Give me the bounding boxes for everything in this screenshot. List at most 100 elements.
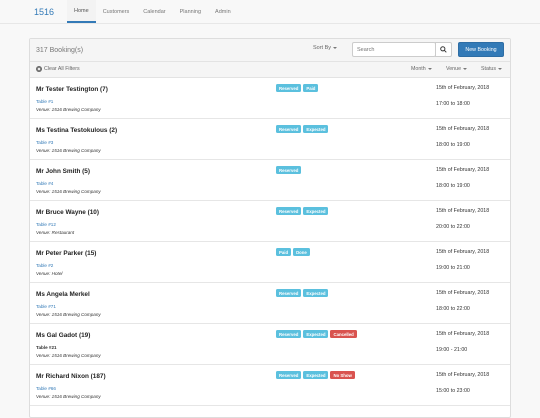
booking-status-badges: Reserved Paid	[276, 84, 319, 92]
caret-down-icon	[333, 46, 338, 49]
bookings-toolbar: 317 Booking(s) Sort By New Booking	[30, 39, 510, 62]
booking-customer-name[interactable]: Mr Bruce Wayne (10)	[36, 209, 99, 216]
nav-item-home[interactable]: Home	[67, 0, 96, 23]
booking-time: 18:00 to 19:00	[436, 142, 470, 148]
booking-status-badges: Reserved Expected	[276, 289, 329, 297]
status-badge: Reserved	[276, 125, 302, 133]
booking-status-badges: Reserved	[276, 166, 302, 174]
booking-date: 15th of February, 2018	[436, 290, 490, 296]
booking-date: 15th of February, 2018	[436, 331, 490, 337]
month-filter-label: Month	[411, 66, 426, 72]
status-badge: Cancelled	[330, 330, 357, 338]
booking-venue: Venue: 1516 Brewing Company	[36, 353, 101, 358]
month-filter[interactable]: Month	[411, 66, 432, 72]
search-icon	[440, 46, 447, 53]
booking-status-badges: Reserved Expected	[276, 207, 329, 215]
nav-item-admin[interactable]: Admin	[208, 0, 238, 23]
top-navbar: 1516 Home Customers Calendar Planning Admin	[0, 0, 540, 24]
status-badge: No Show	[330, 371, 355, 379]
search-button[interactable]	[435, 42, 452, 57]
clear-filters-label: Clear All Filters	[44, 66, 80, 72]
booking-row[interactable]: Ms Angela Merkel Table #71 Venue: 1516 Bre…	[30, 283, 510, 324]
booking-date: 15th of February, 2018	[436, 208, 490, 214]
status-filter-label: Status	[481, 66, 497, 72]
booking-venue: Venue: 1516 Brewing Company	[36, 107, 101, 112]
status-badge: Reserved	[276, 84, 302, 92]
booking-customer-name[interactable]: Mr John Smith (5)	[36, 168, 90, 175]
caret-down-icon	[463, 67, 468, 70]
status-badge: Expected	[303, 125, 329, 133]
status-badge: Paid	[276, 248, 292, 256]
booking-table[interactable]: Table #1	[36, 99, 53, 104]
booking-row[interactable]: Ms Gal Gadot (19) Table #21 Venue: 1516 Br…	[30, 324, 510, 365]
status-badge: Done	[293, 248, 310, 256]
booking-customer-name[interactable]: Mr Richard Nixon (187)	[36, 373, 106, 380]
sort-by-dropdown[interactable]: Sort By	[313, 45, 338, 51]
bookings-list: Mr Tester Testington (7) Table #1 Venue: 1…	[30, 78, 510, 406]
caret-down-icon	[427, 67, 432, 70]
nav-item-planning[interactable]: Planning	[173, 0, 208, 23]
booking-row[interactable]: Mr Bruce Wayne (10) Table #12 Venue: Resta…	[30, 201, 510, 242]
booking-venue: Venue: Hotel	[36, 271, 63, 276]
search-input[interactable]	[352, 42, 436, 57]
booking-date: 15th of February, 2018	[436, 372, 490, 378]
booking-date: 15th of February, 2018	[436, 167, 490, 173]
booking-table: Table #21	[36, 345, 57, 350]
clear-filters-button[interactable]: Clear All Filters	[36, 66, 80, 72]
brand-logo[interactable]: 1516	[34, 0, 54, 23]
booking-customer-name[interactable]: Ms Testina Testokulous (2)	[36, 127, 117, 134]
booking-venue: Venue: 1516 Brewing Company	[36, 148, 101, 153]
booking-table[interactable]: Table #12	[36, 222, 56, 227]
status-badge: Reserved	[276, 289, 302, 297]
booking-row[interactable]: Mr John Smith (5) Table #4 Venue: 1516 Bre…	[30, 160, 510, 201]
booking-table[interactable]: Table #71	[36, 304, 56, 309]
status-badge: Reserved	[276, 330, 302, 338]
status-badge: Reserved	[276, 166, 302, 174]
booking-date: 15th of February, 2018	[436, 126, 490, 132]
status-badge: Expected	[303, 289, 329, 297]
booking-time: 17:00 to 18:00	[436, 101, 470, 107]
status-filter[interactable]: Status	[481, 66, 503, 72]
booking-row[interactable]: Mr Peter Parker (15) Table #2 Venue: Hotel…	[30, 242, 510, 283]
booking-row[interactable]: Mr Tester Testington (7) Table #1 Venue: 1…	[30, 78, 510, 119]
booking-row[interactable]: Mr Richard Nixon (187) Table #66 Venue: 15…	[30, 365, 510, 406]
booking-customer-name[interactable]: Mr Tester Testington (7)	[36, 86, 108, 93]
status-badge: Expected	[303, 207, 329, 215]
status-badge: Reserved	[276, 371, 302, 379]
filter-bar: Clear All Filters Month Venue Status	[30, 62, 510, 78]
booking-status-badges: Reserved Expected No Show	[276, 371, 355, 379]
booking-venue: Venue: 1516 Brewing Company	[36, 189, 101, 194]
booking-count: 317 Booking(s)	[36, 46, 84, 54]
booking-time: 19:00 to 21:00	[436, 265, 470, 271]
booking-table[interactable]: Table #3	[36, 140, 53, 145]
nav-item-customers[interactable]: Customers	[96, 0, 137, 23]
booking-status-badges: Paid Done	[276, 248, 310, 256]
nav-item-calendar[interactable]: Calendar	[136, 0, 172, 23]
booking-time: 19:00 - 21:00	[436, 347, 468, 353]
booking-time: 20:00 to 22:00	[436, 224, 470, 230]
venue-filter-label: Venue	[446, 66, 462, 72]
booking-row[interactable]: Ms Testina Testokulous (2) Table #3 Venue:…	[30, 119, 510, 160]
venue-filter[interactable]: Venue	[446, 66, 468, 72]
booking-venue: Venue: 1516 Brewing Company	[36, 394, 101, 399]
booking-table[interactable]: Table #2	[36, 263, 53, 268]
booking-status-badges: Reserved Expected	[276, 125, 329, 133]
booking-time: 18:00 to 19:00	[436, 183, 470, 189]
booking-customer-name[interactable]: Ms Angela Merkel	[36, 291, 90, 298]
booking-time: 18:00 to 22:00	[436, 306, 470, 312]
booking-table[interactable]: Table #66	[36, 386, 56, 391]
status-badge: Expected	[303, 371, 329, 379]
booking-date: 15th of February, 2018	[436, 249, 490, 255]
booking-customer-name[interactable]: Mr Peter Parker (15)	[36, 250, 96, 257]
booking-date: 15th of February, 2018	[436, 85, 490, 91]
main-nav: Home Customers Calendar Planning Admin	[67, 0, 238, 23]
remove-circle-icon	[36, 66, 42, 72]
booking-customer-name[interactable]: Ms Gal Gadot (19)	[36, 332, 90, 339]
caret-down-icon	[498, 67, 503, 70]
booking-venue: Venue: 1516 Brewing Company	[36, 312, 101, 317]
booking-time: 15:00 to 23:00	[436, 388, 470, 394]
new-booking-button[interactable]: New Booking	[458, 42, 504, 57]
booking-table[interactable]: Table #4	[36, 181, 53, 186]
status-badge: Reserved	[276, 207, 302, 215]
status-badge: Expected	[303, 330, 329, 338]
